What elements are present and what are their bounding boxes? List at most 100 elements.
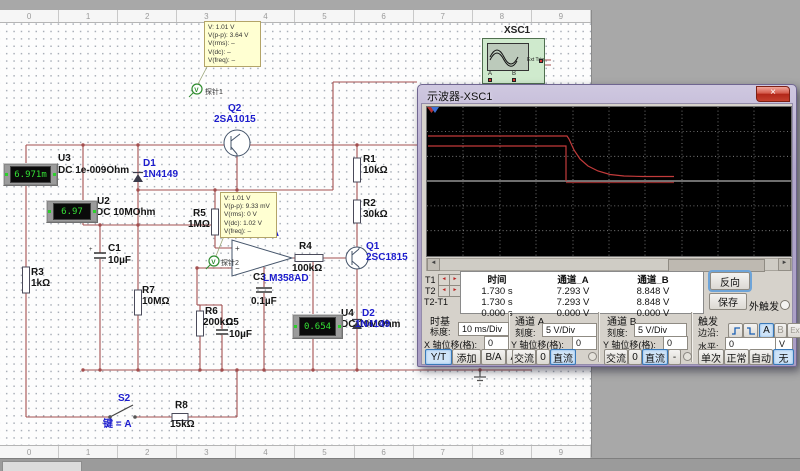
r3-value: 1kΩ [31, 279, 50, 289]
q2-ref: Q2 [228, 104, 241, 114]
single-button[interactable]: 单次 [698, 349, 724, 365]
cha-ypos-input[interactable]: 0 [572, 336, 597, 350]
s2-value: 键 = A [103, 420, 132, 430]
probe-2[interactable]: V [206, 256, 219, 269]
oscilloscope-icon[interactable]: Ext Trig A B [482, 38, 545, 84]
xsc1-term-a[interactable] [488, 78, 492, 82]
t1-row: 1.730 s 7.293 V 8.848 V [461, 286, 703, 297]
multimeter-u3[interactable]: 6.971m [3, 163, 58, 186]
xsc1-term-b[interactable] [512, 78, 516, 82]
xsc1-term-a-label: A [488, 71, 492, 77]
cursor-t1-label: T1 [425, 275, 436, 285]
xsc1-label: XSC1 [504, 26, 530, 36]
probe1-label: 探针1 [205, 87, 223, 97]
r4-ref: R4 [299, 242, 312, 252]
add-button[interactable]: 添加 [452, 349, 481, 365]
r5-value: 1MΩ [188, 220, 210, 230]
chb-zero-button[interactable]: 0 [628, 349, 642, 365]
q1-ref: Q1 [366, 242, 379, 252]
u2-reading: 6.97 [53, 203, 91, 220]
d1-ref: D1 [143, 159, 156, 169]
oscilloscope-window[interactable]: 示波器-XSC1 × [417, 84, 797, 367]
u2-spec: DC 10MOhm [96, 208, 155, 218]
c3-value: 0.1µF [251, 297, 277, 307]
u3-reading: 6.971m [10, 166, 50, 183]
ext-trigger-label: 外触发 [749, 298, 779, 313]
auto-button[interactable]: 自动 [749, 349, 773, 365]
cha-ac-button[interactable]: 交流 [512, 349, 536, 365]
scrollbar-track[interactable] [440, 259, 778, 270]
xsc1-term-ext[interactable] [539, 59, 543, 63]
transistor-q2[interactable] [224, 130, 250, 156]
chb-ypos-input[interactable]: 0 [663, 336, 688, 350]
multimeter-u4[interactable]: 0.654 [292, 314, 343, 339]
none-button[interactable]: 无 [773, 349, 794, 365]
cha-scale-input[interactable]: 5 V/Div [542, 323, 597, 337]
t2-row: 1.730 s 7.293 V 8.848 V [461, 297, 703, 308]
chb-ac-button[interactable]: 交流 [604, 349, 628, 365]
falling-edge-icon [746, 326, 756, 336]
r2-value: 30kΩ [363, 210, 388, 220]
multimeter-u2[interactable]: 6.97 [46, 200, 98, 223]
chb-minus-button[interactable]: - [668, 349, 681, 365]
xsc1-term-b-label: B [512, 71, 516, 77]
scrollbar-right-arrow-icon[interactable]: ► [778, 258, 791, 271]
chb-ground-icon [683, 352, 692, 361]
timebase-xpos-input[interactable]: 0 [484, 336, 509, 350]
probe2-label: 探针2 [221, 258, 239, 268]
svg-text:V: V [211, 259, 216, 266]
chb-dc-button[interactable]: 直流 [642, 349, 668, 365]
r3-ref: R3 [31, 268, 44, 278]
timebase-scale-input[interactable]: 10 ms/Div [458, 322, 509, 336]
c5-value: 10µF [229, 330, 252, 340]
switch-s2[interactable] [108, 405, 137, 419]
display-scrollbar[interactable]: ◄ ► [426, 258, 792, 271]
u4-reading: 0.654 [299, 317, 336, 335]
u1-value: LM358AD [263, 274, 309, 284]
c1-value: 10µF [108, 256, 131, 266]
r2-ref: R2 [363, 199, 376, 209]
rising-edge-button[interactable] [728, 323, 743, 338]
save-button[interactable]: 保存 [709, 293, 747, 310]
scope-panel: ◄ ► T1 ◄ ► T2 ◄ ► T2-T1 时间 通道_A 通道_B [421, 103, 793, 365]
app-scrollbar-thumb[interactable] [2, 461, 82, 471]
trigger-source-b-button[interactable]: B [774, 323, 787, 338]
app-horizontal-scrollbar[interactable] [0, 458, 800, 471]
trigger-source-ext-button[interactable]: Ext [787, 323, 800, 338]
sheet-ruler-top: 0 1 2 3 4 5 6 7 8 9 [0, 10, 591, 23]
close-button[interactable]: × [756, 86, 790, 102]
r8-value: 15kΩ [170, 420, 195, 430]
yt-button[interactable]: Y/T [425, 349, 452, 365]
c1-ref: C1 [108, 244, 121, 254]
resistors[interactable] [23, 158, 361, 421]
r4-value: 100kΩ [292, 264, 322, 274]
probe-1[interactable]: V [189, 84, 202, 97]
falling-edge-button[interactable] [743, 323, 758, 338]
r8-ref: R8 [175, 401, 188, 411]
cha-zero-button[interactable]: 0 [536, 349, 550, 365]
trace-channel-a [428, 146, 566, 181]
s2-ref: S2 [118, 394, 130, 404]
scope-display[interactable] [426, 106, 792, 257]
cha-dc-button[interactable]: 直流 [550, 349, 576, 365]
ba-button[interactable]: B/A [481, 349, 506, 365]
u2-ref: U2 [97, 197, 110, 207]
r1-value: 10kΩ [363, 166, 388, 176]
col-chb: 通道_B [613, 272, 693, 286]
r7-ref: R7 [142, 286, 155, 296]
window-title: 示波器-XSC1 [427, 88, 492, 104]
normal-button[interactable]: 正常 [724, 349, 749, 365]
c5-ref: C5 [226, 318, 239, 328]
opamp-u1a[interactable]: + − [232, 240, 292, 276]
r1-ref: R1 [363, 155, 376, 165]
sheet-ruler-bottom: 0 1 2 3 4 5 6 7 8 9 [0, 445, 591, 458]
d2-value: 1N4149 [355, 320, 390, 330]
chb-scale-input[interactable]: 5 V/Div [634, 323, 687, 337]
reverse-button[interactable]: 反向 [710, 272, 750, 290]
cursor-readout-table: 时间 通道_A 通道_B 1.730 s 7.293 V 8.848 V 1.7… [460, 271, 704, 314]
scrollbar-left-arrow-icon[interactable]: ◄ [427, 258, 440, 271]
transistor-q1[interactable] [346, 247, 368, 269]
trigger-source-a-button[interactable]: A [759, 323, 774, 338]
window-titlebar[interactable]: 示波器-XSC1 × [418, 85, 796, 103]
ext-trigger-radio[interactable] [780, 300, 790, 310]
